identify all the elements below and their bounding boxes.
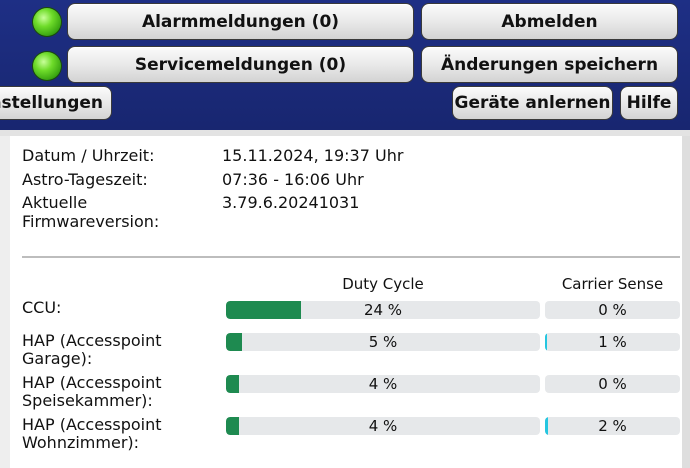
astro-value: 07:36 - 16:06 Uhr (222, 170, 364, 189)
settings-button[interactable]: nstellungen (0, 86, 112, 120)
carrier-sense-value: 1 % (598, 333, 627, 351)
duty-cycle-bar: 5 % (226, 333, 540, 351)
duty-cycle-value: 4 % (368, 375, 398, 393)
carrier-sense-bar: 2 % (545, 417, 680, 435)
help-button[interactable]: Hilfe (620, 86, 678, 120)
duty-cycle-bar: 4 % (226, 417, 540, 435)
firmware-label: Aktuelle (22, 193, 88, 212)
teach-devices-button[interactable]: Geräte anlernen (452, 86, 613, 120)
firmware-value: 3.79.6.20241031 (222, 193, 360, 212)
row-label-2: Wohnzimmer): (22, 433, 140, 452)
carrier-sense-bar: 1 % (545, 333, 680, 351)
duty-cycle-bar: 24 % (226, 301, 540, 319)
service-status-led-icon (33, 52, 61, 80)
row-label-2: Garage): (22, 349, 93, 368)
duty-cycle-value: 4 % (368, 417, 398, 435)
service-messages-button[interactable]: Servicemeldungen (0) (67, 46, 414, 83)
astro-label: Astro-Tageszeit: (22, 170, 148, 189)
alarm-messages-button[interactable]: Alarmmeldungen (0) (67, 3, 414, 40)
date-value: 15.11.2024, 19:37 Uhr (222, 146, 404, 165)
row-label-2: Speisekammer): (22, 391, 153, 410)
alarm-status-led-icon (33, 8, 61, 36)
row-label: HAP (Accesspoint (22, 373, 162, 392)
row-label: HAP (Accesspoint (22, 331, 162, 350)
scrollbar[interactable] (682, 136, 690, 468)
duty-cycle-header: Duty Cycle (342, 275, 424, 293)
carrier-sense-bar: 0 % (545, 375, 680, 393)
row-label: HAP (Accesspoint (22, 415, 162, 434)
carrier-sense-value: 0 % (598, 301, 627, 319)
date-label: Datum / Uhrzeit: (22, 146, 155, 165)
save-changes-button[interactable]: Änderungen speichern (421, 46, 678, 83)
carrier-sense-value: 0 % (598, 375, 627, 393)
carrier-sense-header: Carrier Sense (561, 275, 664, 293)
carrier-sense-value: 2 % (598, 417, 627, 435)
section-divider (22, 256, 680, 258)
left-edge (0, 136, 10, 468)
duty-cycle-value: 5 % (368, 333, 398, 351)
firmware-label-2: Firmwareversion: (22, 212, 160, 231)
separator (0, 130, 690, 136)
duty-cycle-bar: 4 % (226, 375, 540, 393)
logout-button[interactable]: Abmelden (421, 3, 678, 40)
duty-cycle-value: 24 % (363, 301, 403, 319)
row-label: CCU: (22, 298, 62, 317)
carrier-sense-bar: 0 % (545, 301, 680, 319)
